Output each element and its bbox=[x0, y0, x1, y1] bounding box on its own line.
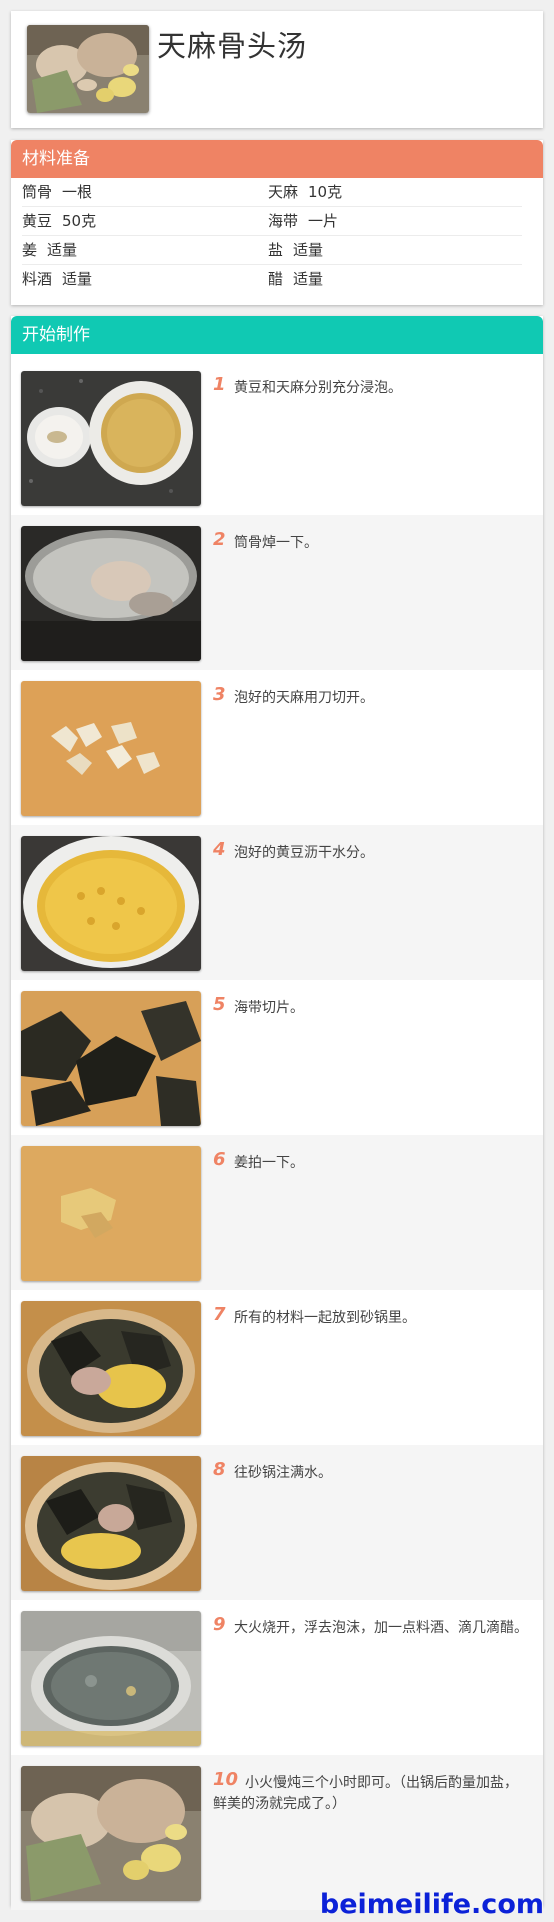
ingredient-item: 天麻 10克 bbox=[268, 178, 342, 206]
ingredient-name: 筒骨 bbox=[22, 183, 53, 201]
step-photo[interactable] bbox=[21, 526, 201, 661]
ingredient-name: 盐 bbox=[268, 241, 284, 259]
ingredient-item: 料酒 适量 bbox=[22, 265, 92, 293]
step-photo[interactable] bbox=[21, 991, 201, 1126]
step-text: 筒骨焯一下。 bbox=[234, 535, 318, 551]
recipe-thumbnail[interactable] bbox=[27, 25, 149, 113]
step-number: 6 bbox=[213, 1149, 226, 1170]
ingredient-item: 黄豆 50克 bbox=[22, 207, 96, 235]
ingredient-name: 天麻 bbox=[268, 183, 299, 201]
ingredient-item: 筒骨 一根 bbox=[22, 178, 92, 206]
step-photo[interactable] bbox=[21, 1766, 201, 1901]
step-text: 所有的材料一起放到砂锅里。 bbox=[234, 1310, 416, 1326]
recipe-title: 天麻骨头汤 bbox=[157, 29, 308, 63]
ingredient-name: 黄豆 bbox=[22, 212, 53, 230]
step-item: 6 姜拍一下。 bbox=[11, 1135, 543, 1290]
ingredient-amount: 适量 bbox=[62, 270, 93, 288]
step-text: 黄豆和天麻分别充分浸泡。 bbox=[234, 380, 402, 396]
ingredient-row: 料酒 适量 醋适量 bbox=[22, 265, 522, 293]
step-number: 5 bbox=[213, 994, 226, 1015]
ingredient-item: 醋适量 bbox=[268, 265, 323, 293]
step-item: 10 小火慢炖三个小时即可。（出锅后酌量加盐，鲜美的汤就完成了。） bbox=[11, 1755, 543, 1910]
step-number: 4 bbox=[213, 839, 226, 860]
ingredient-amount: 适量 bbox=[293, 270, 324, 288]
ingredient-name: 海带 bbox=[268, 212, 299, 230]
step-photo[interactable] bbox=[21, 1611, 201, 1746]
step-number: 1 bbox=[213, 374, 226, 395]
ingredients-header: 材料准备 bbox=[11, 140, 543, 178]
step-photo[interactable] bbox=[21, 1301, 201, 1436]
step-item: 3 泡好的天麻用刀切开。 bbox=[11, 670, 543, 825]
watermark: beimeilife.com bbox=[319, 1889, 544, 1920]
step-photo[interactable] bbox=[21, 836, 201, 971]
ingredient-amount: 一根 bbox=[62, 183, 93, 201]
ingredient-name: 醋 bbox=[268, 270, 284, 288]
step-item: 7 所有的材料一起放到砂锅里。 bbox=[11, 1290, 543, 1445]
step-photo[interactable] bbox=[21, 1456, 201, 1591]
recipe-header-card: 天麻骨头汤 bbox=[11, 11, 543, 128]
steps-card: 开始制作 1 黄豆和天麻分别充分浸泡。 2 筒骨焯一下。 3 泡好的天麻用刀切开… bbox=[11, 316, 543, 1910]
step-photo[interactable] bbox=[21, 371, 201, 506]
ingredients-card: 材料准备 筒骨 一根 天麻 10克 黄豆 50克 海带 一片 姜适量 盐适量 料… bbox=[11, 140, 543, 305]
step-text: 姜拍一下。 bbox=[234, 1155, 304, 1171]
ingredient-amount: 一片 bbox=[308, 212, 339, 230]
ingredient-name: 料酒 bbox=[22, 270, 53, 288]
step-item: 1 黄豆和天麻分别充分浸泡。 bbox=[11, 360, 543, 515]
step-text: 泡好的黄豆沥干水分。 bbox=[234, 845, 374, 861]
ingredient-item: 姜适量 bbox=[22, 236, 77, 264]
step-text: 往砂锅注满水。 bbox=[234, 1465, 332, 1481]
ingredient-amount: 10克 bbox=[308, 183, 343, 201]
step-number: 7 bbox=[213, 1304, 226, 1325]
ingredient-row: 黄豆 50克 海带 一片 bbox=[22, 207, 522, 236]
steps-header: 开始制作 bbox=[11, 316, 543, 354]
step-photo[interactable] bbox=[21, 681, 201, 816]
step-photo[interactable] bbox=[21, 1146, 201, 1281]
ingredient-amount: 适量 bbox=[47, 241, 78, 259]
step-text: 海带切片。 bbox=[234, 1000, 304, 1016]
step-number: 8 bbox=[213, 1459, 226, 1480]
step-item: 5 海带切片。 bbox=[11, 980, 543, 1135]
ingredient-amount: 50克 bbox=[62, 212, 97, 230]
step-text: 大火烧开，浮去泡沫，加一点料酒、滴几滴醋。 bbox=[234, 1620, 528, 1636]
step-text: 泡好的天麻用刀切开。 bbox=[234, 690, 374, 706]
step-number: 2 bbox=[213, 529, 226, 550]
step-text: 小火慢炖三个小时即可。（出锅后酌量加盐，鲜美的汤就完成了。） bbox=[213, 1775, 518, 1812]
step-item: 9 大火烧开，浮去泡沫，加一点料酒、滴几滴醋。 bbox=[11, 1600, 543, 1755]
step-item: 4 泡好的黄豆沥干水分。 bbox=[11, 825, 543, 980]
step-number: 3 bbox=[213, 684, 226, 705]
step-item: 2 筒骨焯一下。 bbox=[11, 515, 543, 670]
ingredient-row: 姜适量 盐适量 bbox=[22, 236, 522, 265]
ingredient-item: 盐适量 bbox=[268, 236, 323, 264]
ingredient-name: 姜 bbox=[22, 241, 38, 259]
step-item: 8 往砂锅注满水。 bbox=[11, 1445, 543, 1600]
ingredient-item: 海带 一片 bbox=[268, 207, 338, 235]
ingredient-row: 筒骨 一根 天麻 10克 bbox=[22, 178, 522, 207]
ingredients-grid: 筒骨一根 天麻10克 黄豆50克 海带一片 姜适量 盐适量 料酒适量 bbox=[22, 178, 522, 293]
ingredient-amount: 适量 bbox=[293, 241, 324, 259]
